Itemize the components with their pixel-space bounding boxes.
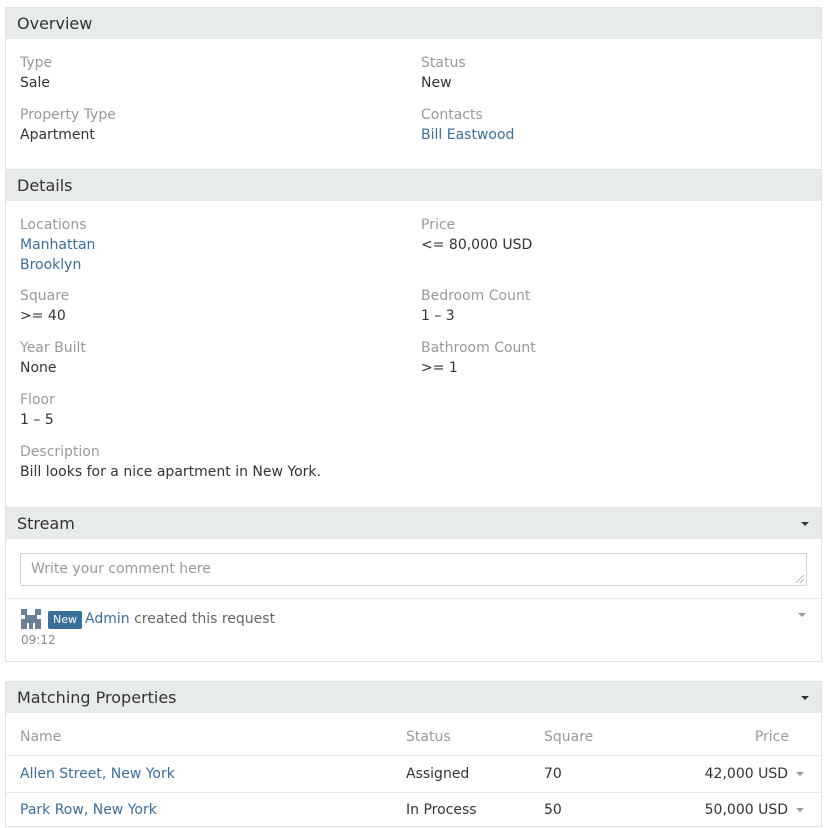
note-menu-caret-icon[interactable]	[798, 613, 806, 617]
location-link[interactable]: Brooklyn	[20, 255, 95, 275]
matching-menu-caret-icon[interactable]	[801, 696, 809, 700]
location-link[interactable]: Manhattan	[20, 235, 95, 255]
matching-title: Matching Properties	[17, 688, 177, 707]
type-label: Type	[20, 55, 53, 71]
property-price: 42,000 USD	[704, 766, 788, 782]
contacts-field: Contacts Bill Eastwood	[421, 105, 514, 145]
description-value: Bill looks for a nice apartment in New Y…	[20, 464, 321, 480]
matching-properties-panel: Matching Properties Name Status Square P…	[5, 681, 822, 827]
contacts-label: Contacts	[421, 107, 483, 123]
table-row: Allen Street, New York Assigned 70 42,00…	[6, 756, 821, 792]
stream-panel: Stream Write your comment here New Admin…	[5, 508, 822, 662]
note-time: 09:12	[21, 633, 56, 647]
stream-menu-caret-icon[interactable]	[801, 522, 809, 526]
property-price: 50,000 USD	[704, 802, 788, 818]
floor-field: Floor 1 – 5	[20, 390, 55, 430]
matching-heading: Matching Properties	[6, 682, 821, 713]
table-row: Park Row, New York In Process 50 50,000 …	[6, 792, 821, 828]
property-type-label: Property Type	[20, 107, 116, 123]
property-status: In Process	[406, 802, 477, 818]
type-field: Type Sale	[20, 53, 52, 93]
status-label: Status	[421, 55, 466, 71]
year-built-label: Year Built	[20, 340, 86, 356]
status-value: New	[421, 75, 452, 91]
locations-label: Locations	[20, 217, 87, 233]
locations-field: Locations Manhattan Brooklyn	[20, 215, 95, 275]
resize-grip-icon[interactable]	[796, 575, 804, 583]
bedroom-label: Bedroom Count	[421, 288, 531, 304]
overview-heading: Overview	[6, 8, 821, 39]
comment-placeholder: Write your comment here	[31, 561, 211, 577]
stream-note: Admin created this request	[85, 609, 275, 629]
floor-label: Floor	[20, 392, 55, 408]
price-field: Price <= 80,000 USD	[421, 215, 532, 255]
overview-title: Overview	[17, 14, 93, 33]
property-name-link[interactable]: Park Row, New York	[20, 800, 157, 820]
bedroom-value: 1 – 3	[421, 308, 455, 324]
year-built-value: None	[20, 360, 57, 376]
column-header-status[interactable]: Status	[406, 727, 451, 747]
square-value: >= 40	[20, 308, 66, 324]
table-header: Name Status Square Price	[6, 713, 821, 755]
price-label: Price	[421, 217, 456, 233]
square-label: Square	[20, 288, 70, 304]
property-name-link[interactable]: Allen Street, New York	[20, 764, 175, 784]
bathroom-field: Bathroom Count >= 1	[421, 338, 536, 378]
bathroom-value: >= 1	[421, 360, 458, 376]
bedroom-field: Bedroom Count 1 – 3	[421, 286, 530, 326]
price-value: <= 80,000 USD	[421, 237, 533, 253]
stream-title: Stream	[17, 514, 75, 533]
description-field: Description Bill looks for a nice apartm…	[20, 442, 321, 482]
column-header-price[interactable]: Price	[755, 727, 789, 747]
property-status: Assigned	[406, 766, 470, 782]
stream-divider	[6, 598, 821, 599]
property-type-value: Apartment	[20, 127, 95, 143]
property-type-field: Property Type Apartment	[20, 105, 116, 145]
comment-input[interactable]: Write your comment here	[20, 553, 807, 586]
status-badge: New	[48, 611, 82, 629]
type-value: Sale	[20, 75, 50, 91]
year-built-field: Year Built None	[20, 338, 86, 378]
description-label: Description	[20, 444, 100, 460]
property-square: 50	[544, 802, 562, 818]
note-user-link[interactable]: Admin	[85, 611, 130, 627]
details-heading: Details	[6, 170, 821, 201]
column-header-square[interactable]: Square	[544, 727, 593, 747]
details-title: Details	[17, 176, 73, 195]
floor-value: 1 – 5	[20, 412, 54, 428]
column-header-name[interactable]: Name	[20, 727, 61, 747]
note-action: created this request	[134, 611, 276, 627]
stream-heading: Stream	[6, 508, 821, 539]
bathroom-label: Bathroom Count	[421, 340, 536, 356]
square-field: Square >= 40	[20, 286, 69, 326]
status-field: Status New	[421, 53, 466, 93]
details-panel: Details Locations Manhattan Brooklyn Pri…	[5, 170, 822, 508]
contact-link[interactable]: Bill Eastwood	[421, 125, 514, 145]
avatar-icon	[21, 609, 41, 629]
row-menu-caret-icon[interactable]	[796, 772, 804, 776]
property-square: 70	[544, 766, 562, 782]
overview-panel: Overview Type Sale Status New Property T…	[5, 7, 822, 170]
row-menu-caret-icon[interactable]	[796, 808, 804, 812]
